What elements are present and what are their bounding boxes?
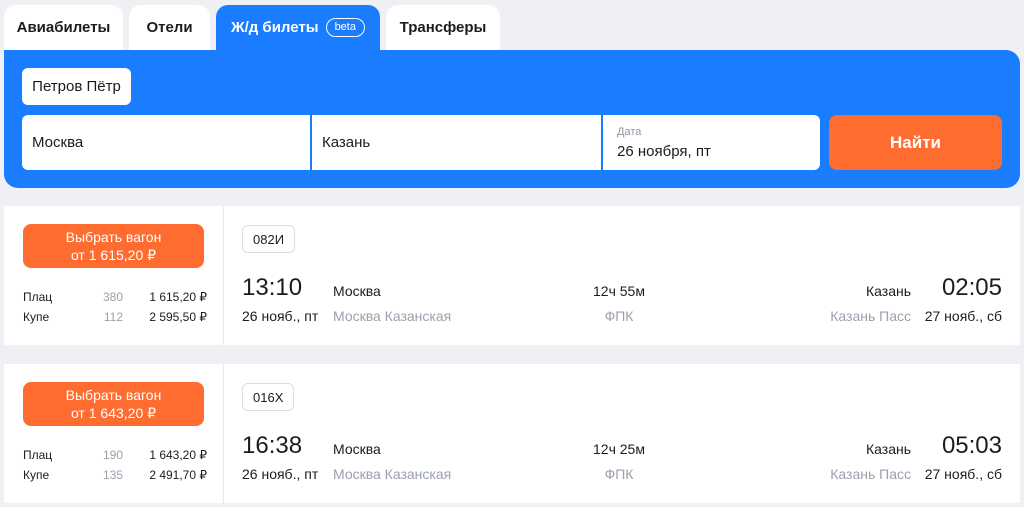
arrival-date: 27 нояб., сб (924, 466, 1002, 482)
class-name: Плац (23, 448, 53, 462)
tab-label: Ж/д билеты (231, 19, 319, 36)
seat-count: 380 (102, 290, 123, 304)
seat-count: 135 (102, 468, 123, 482)
departure-time: 13:10 (242, 274, 303, 301)
passenger-name: Петров Пётр (32, 78, 121, 95)
tab-transfers[interactable]: Трансферы (386, 5, 500, 50)
date-label: Дата (617, 125, 642, 138)
find-button[interactable]: Найти (829, 115, 1002, 170)
class-list: Плац 380 1 615,20 ₽ Купе 112 2 595,50 ₽ (23, 287, 207, 327)
class-name: Купе (23, 310, 50, 324)
arrival-city: Казань (865, 283, 911, 299)
class-price: 1 615,20 ₽ (149, 290, 207, 304)
tab-hotels[interactable]: Отели (129, 5, 210, 50)
carrier: ФПК (604, 308, 634, 324)
departure-city: Москва (333, 283, 381, 299)
seat-count: 190 (102, 448, 123, 462)
date-field[interactable]: Дата 26 ноября, пт (603, 115, 820, 170)
price-column: Выбрать вагон от 1 643,20 ₽ Плац 190 1 6… (4, 364, 224, 503)
beta-badge: beta (325, 18, 365, 37)
class-row: Купе 112 2 595,50 ₽ (23, 307, 207, 327)
choose-wagon-button[interactable]: Выбрать вагон от 1 615,20 ₽ (23, 224, 204, 268)
carrier: ФПК (604, 466, 634, 482)
tab-label: Трансферы (399, 19, 487, 36)
from-value: Москва (32, 134, 84, 151)
departure-date: 26 нояб., пт (242, 308, 319, 324)
tab-bar: Авиабилеты Отели Ж/д билеты beta Трансфе… (4, 5, 500, 51)
price-column: Выбрать вагон от 1 615,20 ₽ Плац 380 1 6… (4, 206, 224, 345)
class-row: Плац 190 1 643,20 ₽ (23, 445, 207, 465)
class-price: 1 643,20 ₽ (149, 448, 207, 462)
find-label: Найти (890, 132, 941, 152)
choose-label: Выбрать вагон (65, 387, 162, 403)
class-name: Плац (23, 290, 53, 304)
class-row: Купе 135 2 491,70 ₽ (23, 465, 207, 485)
train-number: 082И (242, 225, 296, 253)
search-panel: Петров Пётр Москва Казань Дата 26 ноября… (4, 50, 1020, 188)
train-number: 016Х (242, 383, 295, 411)
class-name: Купе (23, 468, 50, 482)
departure-city: Москва (333, 441, 381, 457)
departure-station: Москва Казанская (333, 466, 452, 482)
tab-label: Авиабилеты (16, 19, 111, 36)
arrival-station: Казань Пасс (830, 308, 911, 324)
from-field[interactable]: Москва (22, 115, 310, 170)
arrival-city: Казань (865, 441, 911, 457)
trip-duration: 12ч 55м (593, 283, 645, 299)
arrival-time: 05:03 (941, 432, 1002, 459)
train-card: Выбрать вагон от 1 643,20 ₽ Плац 190 1 6… (4, 364, 1020, 503)
class-price: 2 491,70 ₽ (149, 468, 207, 482)
passenger-selector[interactable]: Петров Пётр (22, 68, 131, 105)
class-price: 2 595,50 ₽ (149, 310, 207, 324)
arrival-time: 02:05 (941, 274, 1002, 301)
search-fields: Москва Казань Дата 26 ноября, пт (22, 115, 820, 170)
choose-price: от 1 615,20 ₽ (70, 247, 157, 263)
departure-time: 16:38 (242, 432, 303, 459)
departure-date: 26 нояб., пт (242, 466, 319, 482)
to-field[interactable]: Казань (312, 115, 601, 170)
trip-duration: 12ч 25м (593, 441, 645, 457)
choose-label: Выбрать вагон (65, 229, 162, 245)
arrival-station: Казань Пасс (830, 466, 911, 482)
tab-trains[interactable]: Ж/д билеты beta (216, 5, 380, 50)
class-row: Плац 380 1 615,20 ₽ (23, 287, 207, 307)
choose-wagon-button[interactable]: Выбрать вагон от 1 643,20 ₽ (23, 382, 204, 426)
tab-label: Отели (146, 19, 193, 36)
tab-flights[interactable]: Авиабилеты (4, 5, 123, 50)
class-list: Плац 190 1 643,20 ₽ Купе 135 2 491,70 ₽ (23, 445, 207, 485)
choose-price: от 1 643,20 ₽ (70, 405, 157, 421)
train-card: Выбрать вагон от 1 615,20 ₽ Плац 380 1 6… (4, 206, 1020, 345)
seat-count: 112 (103, 310, 123, 324)
date-value: 26 ноября, пт (617, 142, 711, 160)
departure-station: Москва Казанская (333, 308, 452, 324)
arrival-date: 27 нояб., сб (924, 308, 1002, 324)
to-value: Казань (322, 134, 371, 151)
